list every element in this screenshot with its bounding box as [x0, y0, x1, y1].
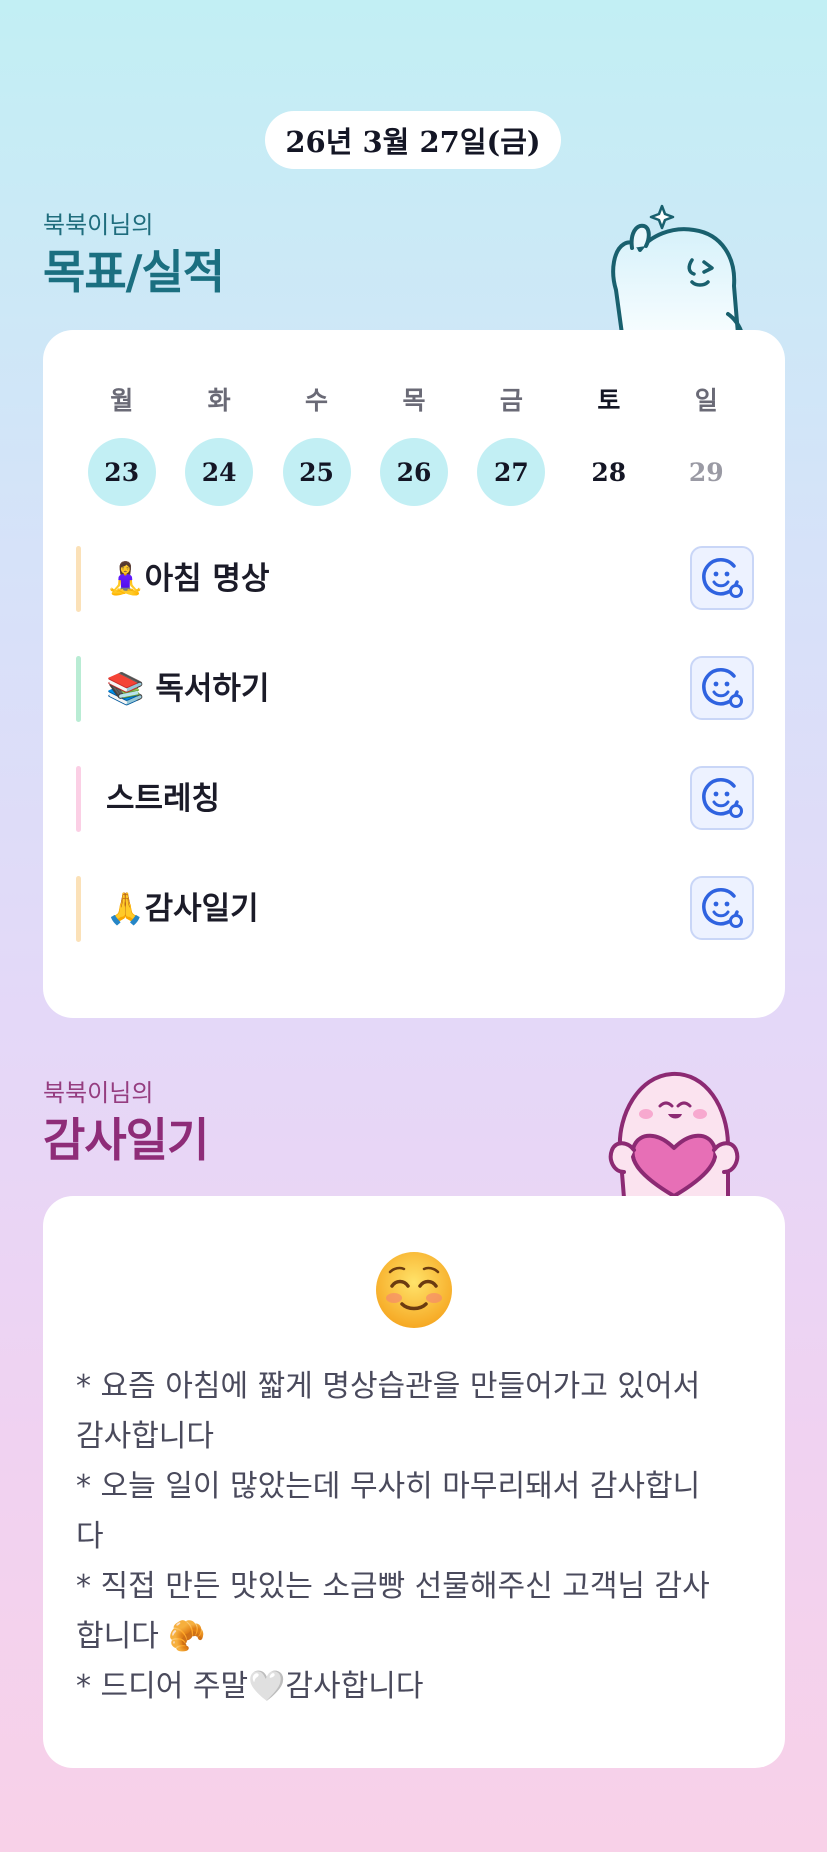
- weekday-label: 화: [207, 386, 231, 415]
- goal-check-button[interactable]: [690, 546, 754, 610]
- goal-item: 스트레칭: [76, 764, 754, 834]
- diary-entry-line: 합니다 🥐: [76, 1619, 206, 1654]
- goal-color-bar: [76, 766, 81, 832]
- weekday-label: 목: [402, 386, 426, 415]
- diary-entry-line: * 직접 만든 맛있는 소금빵 선물해주신 고객님 감사: [76, 1569, 710, 1604]
- weekday-label-today: 토: [597, 386, 621, 415]
- diary-entry-line: * 요즘 아침에 짧게 명상습관을 만들어가고 있어서: [76, 1369, 701, 1404]
- weekday-label: 월: [110, 386, 134, 415]
- date-label: 26년 3월 27일(금): [285, 125, 541, 159]
- weekday-label: 수: [305, 386, 329, 415]
- day-number: 23: [87, 438, 156, 506]
- goal-color-bar: [76, 656, 81, 722]
- gratitude-title: 감사일기: [43, 1113, 209, 1167]
- weekday-label: 일: [694, 386, 718, 415]
- goal-check-button[interactable]: [690, 876, 754, 940]
- smiling-face-emoji-icon: [376, 1252, 452, 1328]
- day-cell-future[interactable]: 29: [658, 438, 755, 506]
- goals-card: 월 화 수 목 금 토 일 23 24 25 26 27 28 29 🧘‍♀️아…: [43, 330, 785, 1018]
- day-cell-completed[interactable]: 27: [463, 438, 560, 506]
- goal-label: 📚 독서하기: [106, 671, 270, 707]
- smile-face-icon: [702, 888, 743, 928]
- goals-subtitle: 북북이님의: [43, 211, 154, 239]
- date-selector[interactable]: 26년 3월 27일(금): [265, 111, 561, 169]
- day-cell-completed[interactable]: 25: [268, 438, 365, 506]
- gratitude-subtitle: 북북이님의: [43, 1079, 154, 1107]
- weekday-label: 금: [499, 386, 523, 415]
- day-cell-today[interactable]: 28: [560, 438, 657, 506]
- day-number: 24: [185, 438, 254, 506]
- goal-color-bar: [76, 546, 81, 612]
- heart-holding-mascot-icon: [608, 1071, 740, 1198]
- goal-item: 📚 독서하기: [76, 654, 754, 724]
- goals-title: 목표/실적: [43, 245, 225, 299]
- day-number: 27: [477, 438, 546, 506]
- diary-entry-line: 감사합니다: [76, 1419, 214, 1454]
- day-number: 26: [379, 438, 448, 506]
- smile-face-icon: [702, 558, 743, 598]
- goal-label: 🧘‍♀️아침 명상: [106, 561, 270, 597]
- weekday-header: 월 화 수 목 금 토 일: [73, 382, 755, 416]
- day-number: 28: [591, 457, 627, 487]
- goal-label: 스트레칭: [106, 781, 221, 817]
- goal-check-button[interactable]: [690, 656, 754, 720]
- diary-entry-line: * 드디어 주말🤍감사합니다: [76, 1669, 424, 1704]
- day-number: 29: [688, 457, 724, 487]
- smile-face-icon: [702, 668, 743, 708]
- day-number: 25: [282, 438, 351, 506]
- smile-face-icon: [702, 778, 743, 818]
- goal-item: 🙏감사일기: [76, 874, 754, 944]
- week-dates: 23 24 25 26 27 28 29: [73, 438, 755, 506]
- diary-entry-line: * 오늘 일이 많았는데 무사히 마무리돼서 감사합니: [76, 1469, 701, 1504]
- day-cell-completed[interactable]: 23: [73, 438, 170, 506]
- goal-check-button[interactable]: [690, 766, 754, 830]
- gratitude-card: * 요즘 아침에 짧게 명상습관을 만들어가고 있어서 감사합니다 * 오늘 일…: [43, 1196, 785, 1768]
- day-cell-completed[interactable]: 26: [365, 438, 462, 506]
- day-cell-completed[interactable]: 24: [170, 438, 267, 506]
- goal-color-bar: [76, 876, 81, 942]
- goal-item: 🧘‍♀️아침 명상: [76, 544, 754, 614]
- diary-entry-line: 다: [76, 1519, 104, 1554]
- goal-label: 🙏감사일기: [106, 891, 259, 927]
- waving-ghost-mascot-icon: [611, 204, 744, 334]
